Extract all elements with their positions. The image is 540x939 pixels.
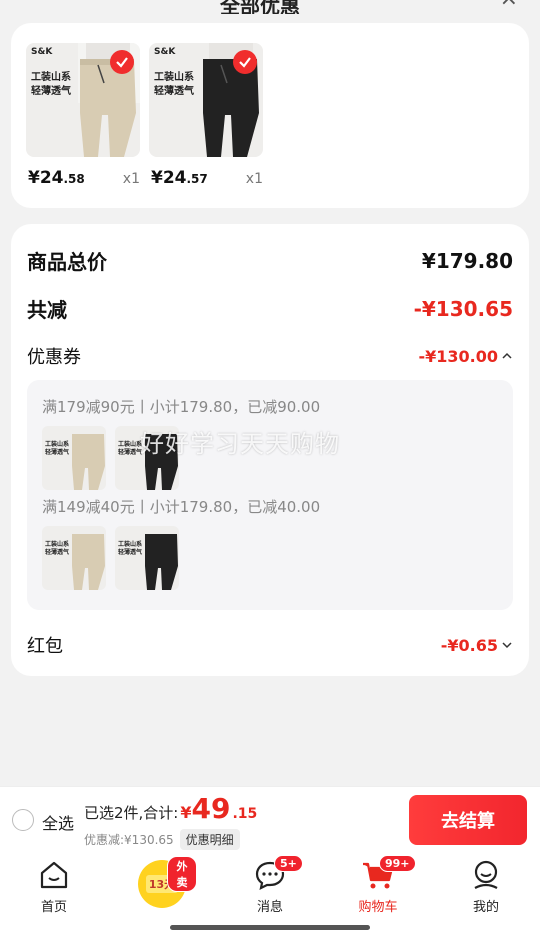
svg-text:工装山系: 工装山系: [118, 440, 142, 448]
messages-badge: 5+: [274, 855, 303, 872]
red-packet-row[interactable]: 红包 -¥0.65: [27, 632, 513, 658]
product-price: ¥24.58: [28, 168, 85, 188]
product-item[interactable]: S&K 工装山系 轻薄透气 ¥24.57 x1: [149, 43, 263, 188]
coupon-row[interactable]: 优惠券 -¥130.00: [27, 343, 513, 369]
top-header: 全部优惠 ×: [0, 0, 540, 14]
coupon-product-thumb: 工装山系 轻薄透气: [42, 526, 106, 590]
checkout-bar: 全选 已选2件,合计: ¥ 49 .15 优惠减:¥130.65 优惠明细 去结…: [0, 786, 540, 852]
brand-logo: S&K: [31, 47, 53, 57]
selected-check-icon[interactable]: [110, 50, 134, 74]
chevron-up-icon: [502, 352, 512, 359]
total-reduction-row: 共减 -¥130.65: [27, 294, 513, 323]
coupon-group-text: 满149减40元丨小计179.80，已减40.00: [42, 498, 321, 516]
total-reduction-label: 共减: [27, 298, 67, 322]
product-tag: 工装山系 轻薄透气: [154, 72, 194, 97]
product-image[interactable]: S&K 工装山系 轻薄透气: [149, 43, 263, 157]
takeout-badge: 外卖: [167, 856, 197, 892]
selected-total: 已选2件,合计: ¥ 49 .15: [84, 792, 258, 825]
red-packet-toggle[interactable]: -¥0.65: [441, 636, 513, 655]
watermark: 好好学习天天购物: [140, 430, 340, 458]
chevron-down-icon: [502, 642, 512, 649]
brand-logo: S&K: [154, 47, 176, 57]
svg-text:轻薄透气: 轻薄透气: [45, 448, 69, 456]
svg-text:轻薄透气: 轻薄透气: [45, 548, 69, 556]
coupon-product-thumb: 工装山系 轻薄透气: [115, 526, 179, 590]
cart-badge: 99+: [379, 855, 416, 872]
coupon-group-text: 满179减90元丨小计179.80，已减90.00: [42, 398, 321, 416]
close-icon[interactable]: ×: [500, 0, 518, 11]
red-packet-label: 红包: [27, 636, 63, 657]
tab-cart[interactable]: 99+ 购物车: [343, 855, 416, 915]
product-tag: 工装山系 轻薄透气: [31, 72, 71, 97]
product-item[interactable]: S&K 工装山系 轻薄透气 ¥24.58 x1: [26, 43, 140, 188]
tab-messages[interactable]: 5+ 消息: [235, 855, 305, 915]
select-all-label[interactable]: 全选: [42, 810, 74, 834]
page-title: 全部优惠: [220, 0, 300, 14]
discount-detail-button[interactable]: 优惠明细: [179, 829, 240, 850]
svg-text:工装山系: 工装山系: [118, 540, 142, 548]
home-icon: [40, 861, 68, 889]
svg-text:工装山系: 工装山系: [45, 540, 69, 548]
total-reduction-value: -¥130.65: [413, 296, 513, 321]
tab-profile[interactable]: 我的: [451, 860, 521, 915]
selected-check-icon[interactable]: [233, 50, 257, 74]
product-qty: x1: [122, 171, 140, 187]
total-price-label: 商品总价: [27, 250, 107, 274]
svg-text:轻薄透气: 轻薄透气: [118, 548, 142, 556]
coupon-product-thumb: 工装山系 轻薄透气: [42, 426, 106, 490]
checkout-button[interactable]: 去结算: [409, 795, 527, 845]
tab-home[interactable]: 首页: [19, 860, 89, 915]
product-qty: x1: [245, 171, 263, 187]
product-image[interactable]: S&K 工装山系 轻薄透气: [26, 43, 140, 157]
home-indicator: [170, 925, 370, 930]
total-amount: 49: [191, 792, 231, 825]
svg-text:工装山系: 工装山系: [45, 440, 69, 448]
select-all-radio[interactable]: [12, 809, 34, 831]
coupon-details: 满179减90元丨小计179.80，已减90.00 工装山系 轻薄透气 工装山系轻…: [27, 380, 513, 610]
total-price-row: 商品总价 ¥179.80: [27, 246, 513, 275]
tab-takeout[interactable]: 13元 外卖: [127, 856, 197, 908]
product-price: ¥24.57: [151, 168, 208, 188]
products-card: S&K 工装山系 轻薄透气 ¥24.58 x1 S&K 工装山系 轻薄透气 ¥2…: [11, 23, 529, 208]
discount-summary: 优惠减:¥130.65 优惠明细: [84, 829, 240, 850]
coupon-value: -¥130.00: [418, 346, 498, 366]
svg-text:轻薄透气: 轻薄透气: [118, 448, 142, 456]
coupon-toggle[interactable]: -¥130.00: [418, 347, 513, 366]
coupon-label: 优惠券: [27, 347, 81, 368]
red-packet-value: -¥0.65: [440, 635, 498, 655]
profile-icon: [474, 860, 498, 889]
total-price-value: ¥179.80: [421, 248, 513, 273]
